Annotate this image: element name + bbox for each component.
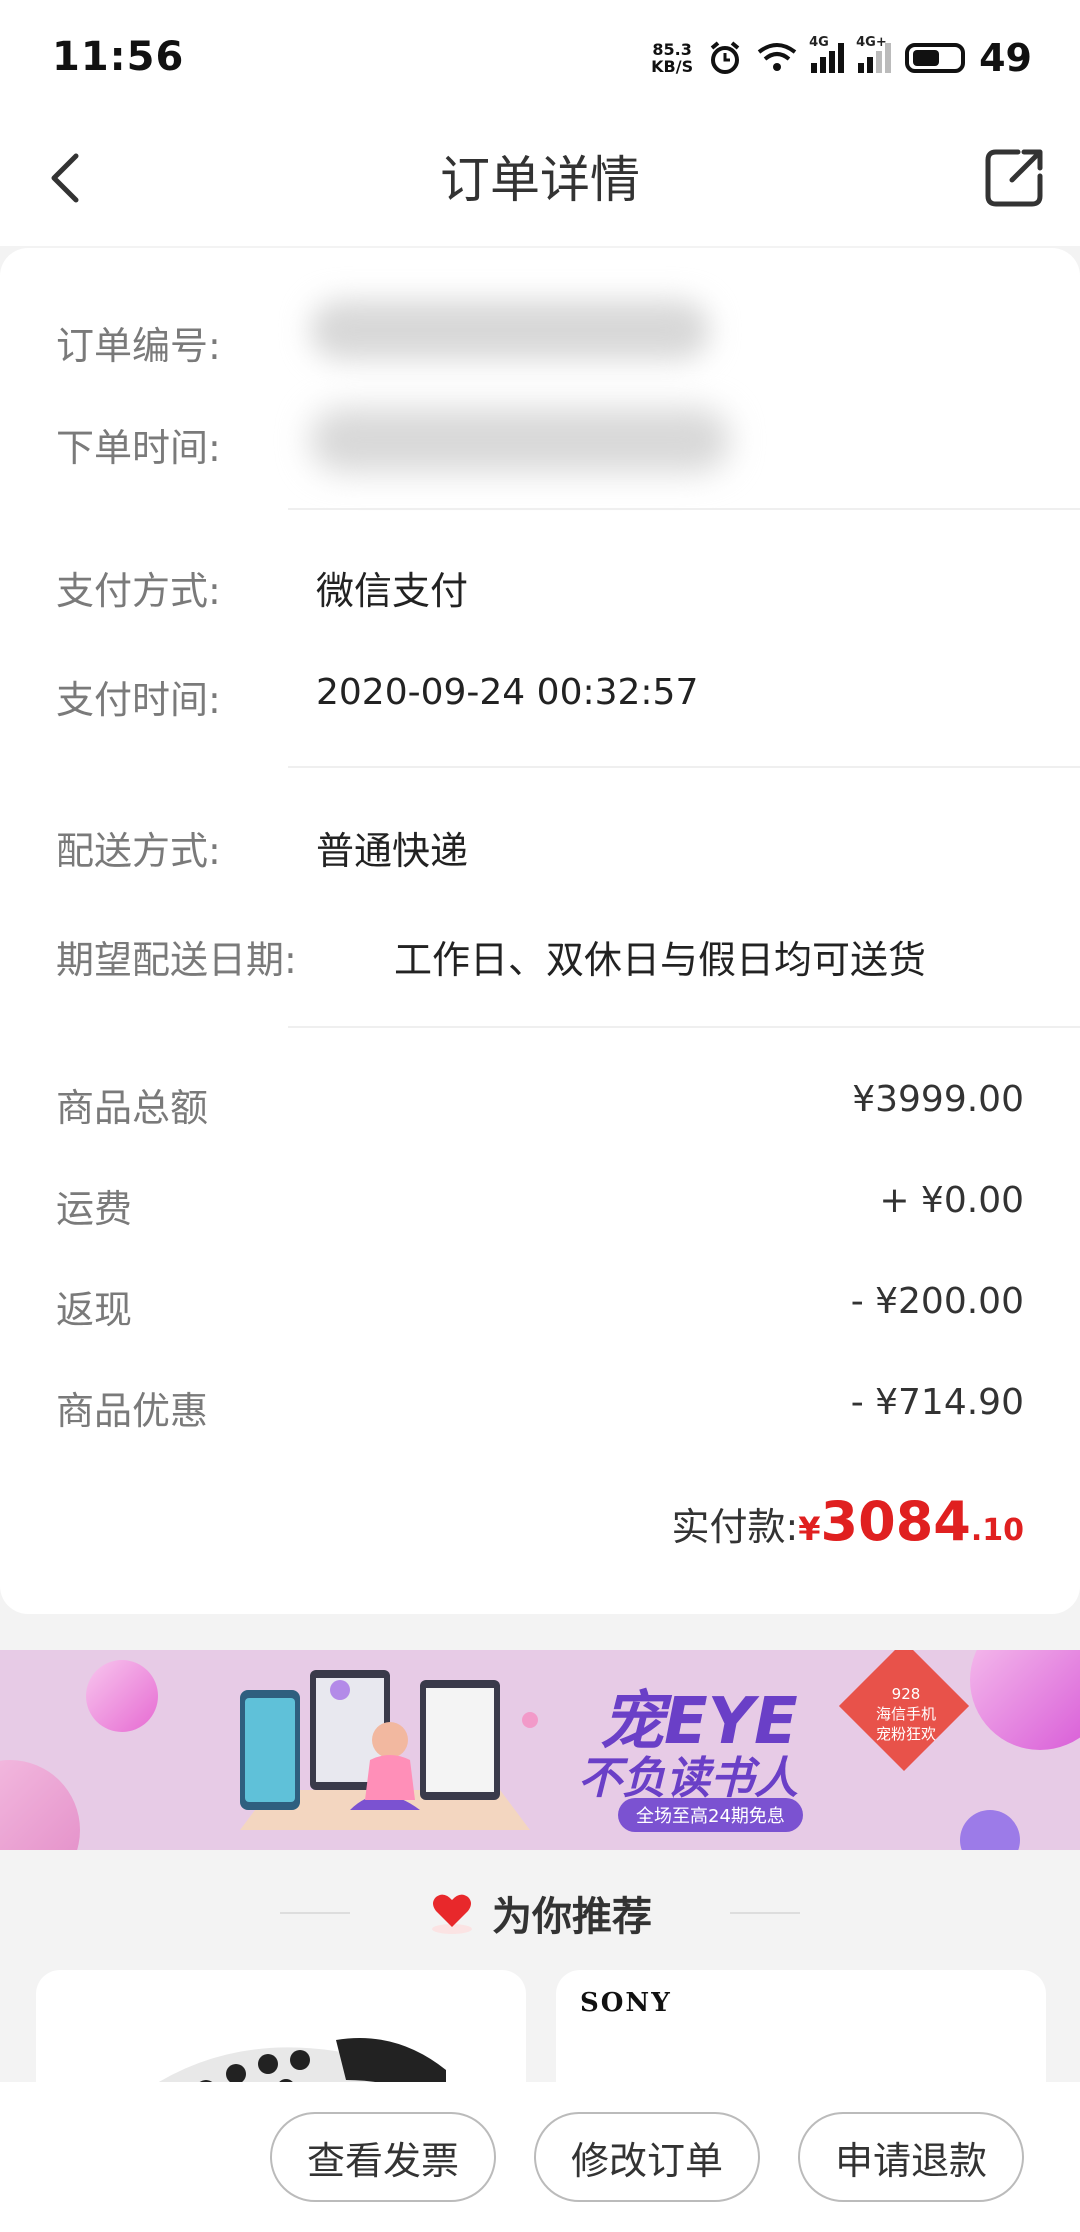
nav-header: 订单详情 (0, 118, 1080, 246)
signal-icon-1: 4G (809, 35, 845, 73)
paid-integer: 3084 (820, 1490, 971, 1553)
freight-label: 运费 (56, 1187, 133, 1231)
freight-value: + ¥0.00 (879, 1180, 1024, 1221)
paid-yen: ¥ (798, 1510, 821, 1548)
banner-title-line2: 不负读书人 (578, 1753, 798, 1804)
signal2-tag: 4G+ (856, 35, 887, 50)
paid-amount: 实付款: ¥ 3084 .10 (671, 1490, 1024, 1553)
expected-date-value: 工作日、双休日与假日均可送货 (394, 938, 927, 982)
discount-label: 商品优惠 (56, 1389, 209, 1433)
badge-line3: 宠粉狂欢 (875, 1725, 936, 1743)
cashback-value: - ¥200.00 (850, 1281, 1024, 1322)
banner-pill: 全场至高24期免息 (618, 1798, 803, 1832)
page-title: 订单详情 (440, 151, 640, 209)
share-icon[interactable] (978, 142, 1050, 214)
cashback-label: 返现 (56, 1288, 133, 1332)
recommend-header: 为你推荐 (0, 1878, 1080, 1948)
alarm-icon (710, 41, 740, 74)
decor-circle (86, 1660, 158, 1732)
order-time-label: 下单时间: (56, 426, 221, 470)
battery-icon (905, 43, 966, 73)
network-speed: 85.3 KB/S (651, 41, 693, 75)
wifi-icon (757, 43, 797, 71)
decor-circle (970, 1650, 1080, 1750)
net-speed-unit: KB/S (651, 57, 694, 76)
order-number-label: 订单编号: (56, 324, 221, 368)
goods-total-label: 商品总额 (56, 1086, 209, 1130)
divider (288, 508, 1080, 510)
status-bar: 11:56 85.3 KB/S 4G 4G+ 49 (0, 0, 1080, 118)
heart-icon (432, 1894, 472, 1934)
badge-line2: 海信手机 (875, 1705, 936, 1723)
signal1-tag: 4G (809, 35, 829, 50)
promo-banner[interactable]: 宠EYE 不负读书人 全场至高24期免息 928 海信手机 宠粉狂欢 (0, 1650, 1080, 1850)
discount-value: - ¥714.90 (850, 1382, 1024, 1423)
view-invoice-button[interactable]: 查看发票 (270, 2112, 496, 2202)
status-time: 11:56 (52, 34, 185, 80)
order-time-redacted (310, 408, 730, 472)
decor-circle (960, 1810, 1020, 1850)
paid-decimal: .10 (970, 1513, 1024, 1548)
delivery-method-label: 配送方式: (56, 829, 221, 873)
pay-time-value: 2020-09-24 00:32:57 (316, 672, 699, 713)
pay-time-label: 支付时间: (56, 678, 221, 722)
expected-date-label: 期望配送日期: (56, 938, 297, 982)
status-icons: 85.3 KB/S 4G 4G+ 49 (651, 34, 1032, 82)
battery-level: 49 (979, 36, 1032, 80)
banner-badge-text: 928 海信手机 宠粉狂欢 (860, 1684, 952, 1744)
delivery-method-value: 普通快递 (316, 829, 469, 873)
decor-circle (0, 1760, 80, 1850)
signal-icon-2: 4G+ (856, 35, 892, 73)
badge-line1: 928 (891, 1685, 921, 1703)
goods-total-value: ¥3999.00 (852, 1079, 1024, 1120)
divider (288, 766, 1080, 768)
product-brand: SONY (580, 1988, 672, 2018)
request-refund-button[interactable]: 申请退款 (798, 2112, 1024, 2202)
pay-method-value: 微信支付 (316, 569, 469, 613)
divider (288, 1026, 1080, 1028)
bottom-action-bar: 查看发票 修改订单 申请退款 (0, 2082, 1080, 2232)
devices-illustration (240, 1670, 538, 1830)
order-number-redacted (310, 300, 710, 360)
net-speed-value: 85.3 (652, 40, 692, 59)
pay-method-label: 支付方式: (56, 569, 221, 613)
recommend-title: 为你推荐 (492, 1894, 652, 1940)
paid-label: 实付款: (671, 1505, 799, 1549)
modify-order-button[interactable]: 修改订单 (534, 2112, 760, 2202)
